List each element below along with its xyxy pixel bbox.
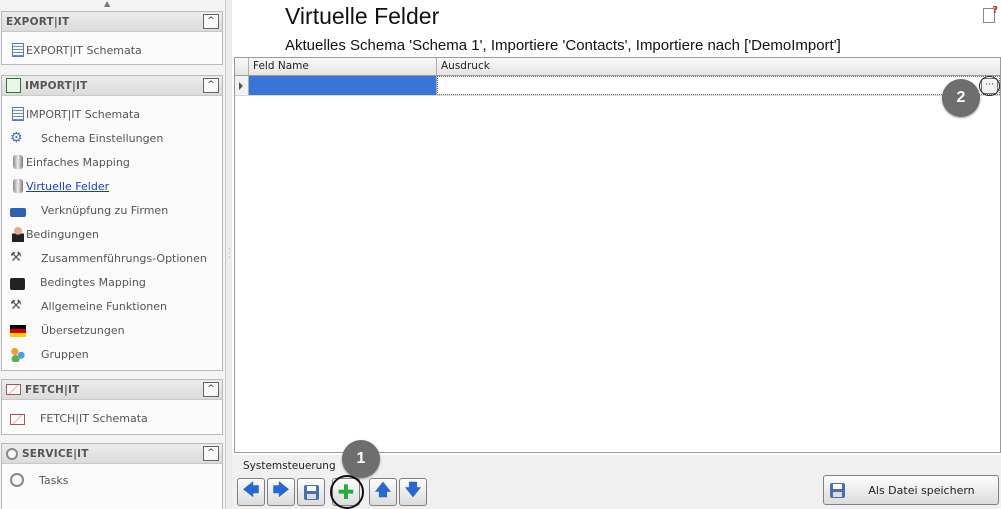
plus-icon: ✚ xyxy=(337,480,355,504)
sidebar-item-label: Tasks xyxy=(39,473,69,487)
fetch-mail-icon xyxy=(6,384,21,395)
collapse-icon[interactable]: ^ xyxy=(203,446,219,461)
floppy-disk-icon xyxy=(830,482,845,498)
sidebar-item-label: Allgemeine Funktionen xyxy=(41,299,168,313)
sidebar-item-label: FETCH|IT Schemata xyxy=(40,411,148,425)
column-header-feld-name[interactable]: Feld Name xyxy=(249,58,437,75)
cylinder-icon xyxy=(13,179,23,193)
import-refresh-icon xyxy=(6,78,21,93)
navigation-sidebar: ▲ EXPORT|IT ^ EXPORT|IT Schemata IMPORT|… xyxy=(0,0,226,509)
back-button[interactable]: 🡄 xyxy=(237,478,265,506)
scroll-up-icon[interactable]: ▲ xyxy=(104,0,110,8)
sidebar-item-label: Einfaches Mapping xyxy=(26,155,130,169)
service-clock-icon xyxy=(6,447,18,460)
sidebar-item-fetch-schemata[interactable]: FETCH|IT Schemata xyxy=(2,406,222,430)
callout-two: 2 xyxy=(942,79,980,117)
group-fetch-it: FETCH|IT ^ FETCH|IT Schemata xyxy=(1,379,223,435)
sidebar-item-label: Schema Einstellungen xyxy=(41,131,164,145)
sidebar-item-bedingtes-mapping[interactable]: Bedingtes Mapping xyxy=(2,270,222,294)
clock-icon xyxy=(10,473,24,487)
tools-icon: ⚒ xyxy=(10,250,22,265)
group-import-it: IMPORT|IT ^ IMPORT|IT Schemata ⚙ Schema … xyxy=(1,75,223,371)
truck-icon xyxy=(10,207,26,217)
save-as-file-button[interactable]: Als Datei speichern xyxy=(823,475,999,505)
sidebar-item-bedingungen[interactable]: Bedingungen xyxy=(2,222,222,246)
sidebar-item-label: Gruppen xyxy=(41,347,89,361)
sidebar-item-label: Verknüpfung zu Firmen xyxy=(41,203,169,217)
sidebar-item-einfaches-mapping[interactable]: Einfaches Mapping xyxy=(2,150,222,174)
group-header-export-it[interactable]: EXPORT|IT ^ xyxy=(2,12,222,32)
column-header-ausdruck[interactable]: Ausdruck xyxy=(437,58,1000,75)
sidebar-item-label: EXPORT|IT Schemata xyxy=(26,43,142,57)
splitter-grip-icon: · · · xyxy=(228,245,231,262)
save-as-file-label: Als Datei speichern xyxy=(868,483,975,497)
row-selector-header xyxy=(235,58,249,75)
ausdruck-cell[interactable]: ··· xyxy=(437,76,1000,96)
group-header-fetch-it[interactable]: FETCH|IT ^ xyxy=(2,380,222,400)
mail-icon xyxy=(10,414,25,425)
grid-header: Feld Name Ausdruck xyxy=(235,58,1000,76)
feld-name-cell[interactable] xyxy=(249,76,437,95)
sidebar-item-allgemeine-funktionen[interactable]: ⚒ Allgemeine Funktionen xyxy=(2,294,222,318)
arrow-down-icon: 🡇 xyxy=(404,479,422,499)
collapse-icon[interactable]: ^ xyxy=(203,78,219,93)
gears-icon: ⚙ xyxy=(10,130,23,146)
save-button[interactable] xyxy=(297,478,325,506)
collapse-icon[interactable]: ^ xyxy=(203,14,219,29)
expression-editor-button[interactable]: ··· xyxy=(981,78,998,94)
sidebar-item-verknuepfung-zu-firmen[interactable]: Verknüpfung zu Firmen xyxy=(2,198,222,222)
floppy-disk-icon xyxy=(303,484,319,500)
group-title: FETCH|IT xyxy=(25,383,80,396)
group-header-service-it[interactable]: SERVICE|IT ^ xyxy=(2,444,222,464)
main-panel: Virtuelle Felder Aktuelles Schema 'Schem… xyxy=(232,0,1001,509)
row-selector-arrow-icon[interactable] xyxy=(235,76,249,95)
move-up-button[interactable]: 🡅 xyxy=(369,478,397,506)
sidebar-item-gruppen[interactable]: Gruppen xyxy=(2,342,222,366)
tools-icon: ⚒ xyxy=(10,298,22,313)
briefcase-icon xyxy=(10,277,25,290)
sidebar-item-import-schemata[interactable]: IMPORT|IT Schemata xyxy=(2,102,222,126)
group-export-it: EXPORT|IT ^ EXPORT|IT Schemata xyxy=(1,11,223,65)
cylinder-icon xyxy=(13,155,23,169)
sidebar-item-label: Bedingtes Mapping xyxy=(40,275,146,289)
users-icon xyxy=(10,346,26,362)
flags-icon xyxy=(10,325,26,337)
person-icon xyxy=(12,226,24,242)
callout-one: 1 xyxy=(342,440,380,478)
add-field-button[interactable]: ✚ xyxy=(332,478,360,506)
sidebar-item-export-schemata[interactable]: EXPORT|IT Schemata xyxy=(2,38,222,62)
group-title: EXPORT|IT xyxy=(6,15,70,28)
page-subtitle: Aktuelles Schema 'Schema 1', Importiere … xyxy=(285,37,841,54)
virtual-fields-grid: Feld Name Ausdruck ··· xyxy=(234,57,1001,453)
sidebar-item-schema-einstellungen[interactable]: ⚙ Schema Einstellungen xyxy=(2,126,222,150)
arrow-left-icon: 🡄 xyxy=(242,479,260,499)
move-down-button[interactable]: 🡇 xyxy=(399,478,427,506)
group-header-import-it[interactable]: IMPORT|IT ^ xyxy=(2,76,222,96)
schema-list-icon xyxy=(12,43,24,57)
sidebar-item-zusammenfuehrungs-optionen[interactable]: ⚒ Zusammenführungs-Optionen xyxy=(2,246,222,270)
collapse-icon[interactable]: ^ xyxy=(203,382,219,397)
group-title: SERVICE|IT xyxy=(22,447,89,460)
sidebar-item-label: Zusammenführungs-Optionen xyxy=(41,251,207,265)
schema-list-icon xyxy=(12,107,24,121)
sidebar-item-label: Bedingungen xyxy=(26,227,99,241)
toolbar-label: Systemsteuerung xyxy=(243,460,336,472)
sidebar-item-virtuelle-felder[interactable]: Virtuelle Felder xyxy=(2,174,222,198)
sidebar-item-tasks[interactable]: Tasks xyxy=(2,468,222,492)
help-icon[interactable] xyxy=(983,5,998,23)
sidebar-item-uebersetzungen[interactable]: Übersetzungen xyxy=(2,318,222,342)
forward-button[interactable]: 🡆 xyxy=(267,478,295,506)
group-title: IMPORT|IT xyxy=(25,79,88,92)
group-service-it: SERVICE|IT ^ Tasks xyxy=(1,443,223,509)
page-title: Virtuelle Felder xyxy=(285,3,440,29)
sidebar-item-label[interactable]: Virtuelle Felder xyxy=(26,180,109,193)
arrow-right-icon: 🡆 xyxy=(272,479,290,499)
table-row[interactable]: ··· xyxy=(235,76,1000,96)
sidebar-item-label: Übersetzungen xyxy=(41,323,125,337)
sidebar-item-label: IMPORT|IT Schemata xyxy=(26,107,141,121)
arrow-up-icon: 🡅 xyxy=(374,479,392,499)
